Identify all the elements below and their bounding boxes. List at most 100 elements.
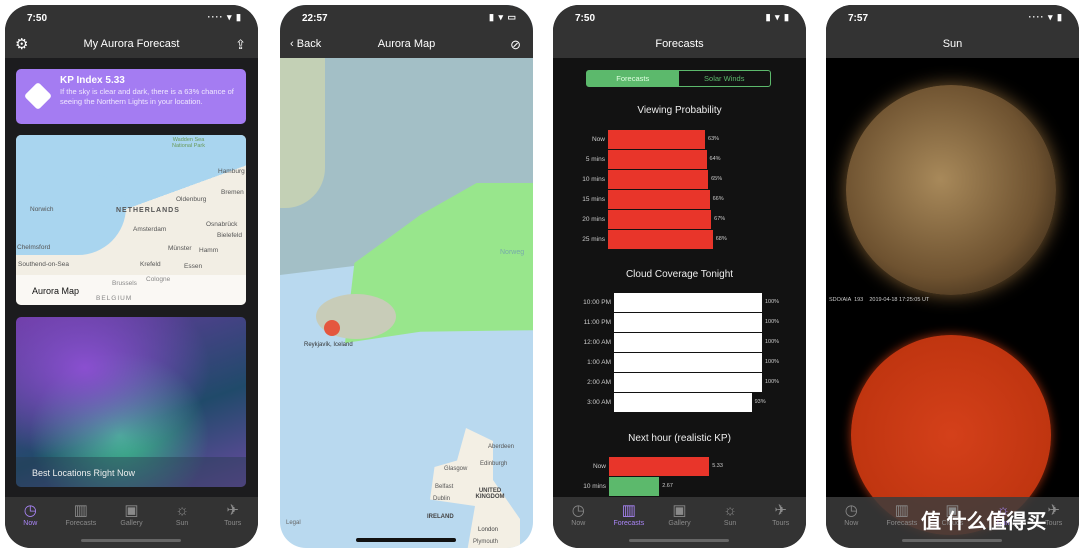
tab-label: Forecasts (613, 520, 645, 527)
bar (608, 230, 713, 249)
bar-value-label: 100% (765, 379, 780, 385)
map-label: IRELAND (427, 514, 454, 520)
bar-category-label: Now (591, 136, 605, 143)
status-icons: ···· ▾ ▮ (207, 12, 242, 22)
tab-now[interactable]: ◷ Now (7, 501, 53, 548)
bar (608, 170, 709, 189)
bar-category-label: 11:00 PM (583, 319, 611, 326)
map-label: Osnabrück (206, 221, 238, 228)
kp-title: KP Index 5.33 (60, 75, 125, 86)
map-label: UNITED KINGDOM (475, 488, 505, 500)
status-icons: ···· ▾ ▮ (1028, 12, 1063, 22)
page-title: Sun (942, 38, 963, 50)
tab-now[interactable]: ◷ Now (828, 501, 874, 548)
tab-label: Gallery (120, 520, 143, 527)
page-title: My Aurora Forecast (83, 38, 180, 50)
back-button[interactable]: ‹ Back (290, 31, 321, 58)
bar (614, 293, 762, 312)
bar-category-label: 10:00 PM (583, 299, 611, 306)
map-label: Wadden Sea National Park (171, 137, 206, 149)
map-label: Chelmsford (17, 244, 51, 251)
greenland-land (280, 58, 325, 208)
bar (608, 150, 707, 169)
tab-tours[interactable]: ✈ Tours (210, 501, 256, 548)
bar-category-label: 2:00 AM (587, 379, 611, 386)
airplane-icon: ✈ (774, 502, 787, 519)
bar (608, 190, 710, 209)
map-label: Amsterdam (133, 226, 167, 233)
map-label: BELGIUM (96, 295, 133, 302)
home-indicator (81, 539, 181, 542)
bar-value-label: 100% (765, 299, 780, 305)
map-label: Hamburg (218, 168, 245, 175)
sun-caption: SDO/AIA 193 2019-04-18 17:25:05 UT (829, 297, 930, 303)
map-label: Dublin (433, 496, 451, 502)
bar-category-label: 1:00 AM (587, 359, 611, 366)
bar (614, 393, 752, 412)
status-bar: 7:57 ···· ▾ ▮ (826, 5, 1079, 31)
nav-bar: ‹ Back Aurora Map ⊘ (280, 31, 533, 58)
map-label: Cologne (146, 276, 171, 283)
phone-aurora-map-screen: Reykjavík, Iceland Norweg Aberdeen Edinb… (280, 5, 533, 548)
map-label: NETHERLANDS (116, 207, 180, 214)
kp-text: If the sky is clear and dark, there is a… (60, 87, 234, 106)
aurora-map-card[interactable]: Wadden Sea National Park Hamburg Bremen … (16, 135, 246, 305)
gallery-icon: ▣ (672, 502, 687, 519)
map-label: Aberdeen (488, 444, 515, 450)
bar-value-label: 93% (754, 399, 766, 405)
sea-area-west (16, 175, 126, 255)
map-label: London (478, 527, 499, 533)
bar-value-label: 100% (765, 319, 780, 325)
bar (614, 353, 762, 372)
home-indicator (629, 539, 729, 542)
bar (609, 457, 710, 476)
kp-index-card[interactable]: KP Index 5.33 If the sky is clear and da… (16, 69, 246, 124)
chart-title: Next hour (realistic KP) (628, 433, 731, 444)
legal-link[interactable]: Legal (286, 520, 301, 526)
bar-value-label: 63% (708, 136, 720, 142)
status-time: 7:57 (848, 13, 869, 24)
tab-now[interactable]: ◷ Now (555, 501, 601, 548)
share-icon[interactable]: ⇪ (235, 31, 246, 58)
map-label: Krefeld (140, 261, 161, 268)
bar-category-label: 15 mins (582, 196, 605, 203)
tab-label: Forecasts (65, 520, 97, 527)
map-label: Hamm (199, 247, 219, 254)
clock-icon: ◷ (571, 502, 585, 519)
sun-icon: ☼ (175, 502, 189, 519)
back-label: Back (296, 38, 322, 50)
map-label: Brussels (112, 280, 137, 287)
tab-label: Tours (224, 520, 242, 527)
segment-solar-winds[interactable]: Solar Winds (679, 71, 771, 86)
segment-forecasts[interactable]: Forecasts (587, 71, 679, 86)
segmented-control: Forecasts Solar Winds (586, 70, 771, 87)
best-locations-card[interactable]: Best Locations Right Now (16, 317, 246, 487)
bar (614, 313, 762, 332)
settings-gear-icon[interactable]: ⚙ (15, 31, 28, 58)
map-label: Norweg (500, 249, 525, 256)
tab-label: Now (844, 520, 859, 527)
phone-now-screen: 7:50 ···· ▾ ▮ ⚙ My Aurora Forecast ⇪ KP I… (5, 5, 258, 548)
tab-label: Sun (723, 520, 737, 527)
location-pin-icon[interactable] (324, 320, 340, 336)
page-title: Forecasts (655, 38, 704, 50)
nav-bar: Forecasts (553, 31, 806, 58)
dice-icon (23, 81, 53, 111)
bar (614, 373, 762, 392)
map-label: Plymouth (473, 539, 499, 545)
sun-image-193 (846, 85, 1056, 295)
bar-value-label: 100% (765, 339, 780, 345)
location-off-icon[interactable]: ⊘ (510, 31, 521, 58)
bar-chart-icon: ▥ (73, 502, 88, 519)
bar (608, 210, 712, 229)
tab-tours[interactable]: ✈ Tours (758, 501, 804, 548)
chart-title: Cloud Coverage Tonight (625, 269, 734, 280)
bar-value-label: 100% (765, 359, 780, 365)
home-indicator (902, 539, 1002, 542)
status-icons: ▮ ▾ ▭ (489, 12, 517, 22)
bar-value-label: 67% (714, 216, 726, 222)
bar-value-label: 2.67 (662, 483, 673, 489)
tab-label: Tours (772, 520, 790, 527)
map-view[interactable]: Reykjavík, Iceland Norweg Aberdeen Edinb… (280, 58, 533, 548)
map-label: Belfast (435, 484, 454, 490)
